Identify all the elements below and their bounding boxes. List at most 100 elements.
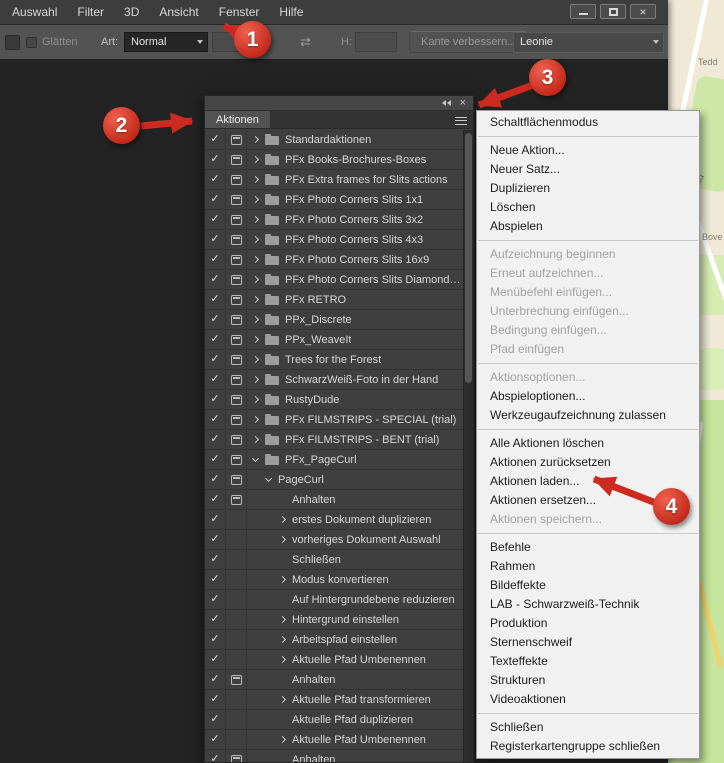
chevron-right-icon[interactable]	[252, 316, 259, 323]
menubar-item-filter[interactable]: Filter	[67, 0, 114, 24]
item-check-toggle[interactable]: ✓	[205, 370, 226, 389]
action-row-schließen[interactable]: ✓Schließen	[205, 550, 463, 570]
item-check-toggle[interactable]: ✓	[205, 490, 226, 509]
menu-item-lab-schwarzweiß-technik[interactable]: LAB - Schwarzweiß-Technik	[477, 595, 699, 614]
dialog-toggle[interactable]	[226, 390, 247, 409]
action-row-vorheriges-dokument-auswahl[interactable]: ✓vorheriges Dokument Auswahl	[205, 530, 463, 550]
menubar-item-3d[interactable]: 3D	[114, 0, 149, 24]
action-row-aktuelle-pfad-duplizieren[interactable]: ✓Aktuelle Pfad duplizieren	[205, 710, 463, 730]
item-check-toggle[interactable]: ✓	[205, 750, 226, 762]
menu-item-bildeffekte[interactable]: Bildeffekte	[477, 576, 699, 595]
item-check-toggle[interactable]: ✓	[205, 410, 226, 429]
dialog-toggle[interactable]	[226, 270, 247, 289]
action-row-pfx-filmstrips-bent-trial[interactable]: ✓PFx FILMSTRIPS - BENT (trial)	[205, 430, 463, 450]
chevron-right-icon[interactable]	[252, 276, 259, 283]
item-check-toggle[interactable]: ✓	[205, 130, 226, 149]
chevron-right-icon[interactable]	[279, 536, 286, 543]
chevron-right-icon[interactable]	[252, 256, 259, 263]
item-check-toggle[interactable]: ✓	[205, 230, 226, 249]
action-row-rustydude[interactable]: ✓RustyDude	[205, 390, 463, 410]
menu-item-videoaktionen[interactable]: Videoaktionen	[477, 690, 699, 709]
action-row-pfx-photo-corners-slits-3x2[interactable]: ✓PFx Photo Corners Slits 3x2	[205, 210, 463, 230]
menu-item-löschen[interactable]: Löschen	[477, 198, 699, 217]
chevron-right-icon[interactable]	[279, 576, 286, 583]
action-row-pagecurl[interactable]: ✓PageCurl	[205, 470, 463, 490]
action-row-anhalten[interactable]: ✓Anhalten	[205, 750, 463, 762]
chevron-right-icon[interactable]	[252, 156, 259, 163]
menu-item-sternenschweif[interactable]: Sternenschweif	[477, 633, 699, 652]
collapse-panel-icon[interactable]	[442, 100, 451, 106]
menu-item-duplizieren[interactable]: Duplizieren	[477, 179, 699, 198]
dialog-toggle[interactable]	[226, 590, 247, 609]
dialog-toggle[interactable]	[226, 310, 247, 329]
tool-preset-icon[interactable]	[5, 35, 20, 50]
action-row-ppx-weaveit[interactable]: ✓PPx_WeaveIt	[205, 330, 463, 350]
minimize-button[interactable]	[570, 4, 596, 19]
dialog-toggle[interactable]	[226, 570, 247, 589]
chevron-right-icon[interactable]	[252, 436, 259, 443]
menu-item-neuer-satz[interactable]: Neuer Satz...	[477, 160, 699, 179]
menubar-item-fenster[interactable]: Fenster	[209, 0, 270, 24]
dialog-toggle[interactable]	[226, 350, 247, 369]
item-check-toggle[interactable]: ✓	[205, 150, 226, 169]
chevron-right-icon[interactable]	[279, 736, 286, 743]
dialog-toggle[interactable]	[226, 150, 247, 169]
item-check-toggle[interactable]: ✓	[205, 730, 226, 749]
dialog-toggle[interactable]	[226, 290, 247, 309]
item-check-toggle[interactable]: ✓	[205, 610, 226, 629]
item-check-toggle[interactable]: ✓	[205, 210, 226, 229]
chevron-right-icon[interactable]	[252, 176, 259, 183]
chevron-right-icon[interactable]	[252, 416, 259, 423]
item-check-toggle[interactable]: ✓	[205, 550, 226, 569]
item-check-toggle[interactable]: ✓	[205, 710, 226, 729]
action-row-schwarzweiß-foto-in-der-hand[interactable]: ✓SchwarzWeiß-Foto in der Hand	[205, 370, 463, 390]
chevron-right-icon[interactable]	[252, 216, 259, 223]
action-row-auf-hintergrundebene-reduzieren[interactable]: ✓Auf Hintergrundebene reduzieren	[205, 590, 463, 610]
scrollbar-thumb[interactable]	[465, 133, 472, 383]
dialog-toggle[interactable]	[226, 530, 247, 549]
dialog-toggle[interactable]	[226, 130, 247, 149]
chevron-right-icon[interactable]	[279, 656, 286, 663]
dialog-toggle[interactable]	[226, 430, 247, 449]
menu-item-werkzeugaufzeichnung-zulassen[interactable]: Werkzeugaufzeichnung zulassen	[477, 406, 699, 425]
menu-item-produktion[interactable]: Produktion	[477, 614, 699, 633]
action-row-trees-for-the-forest[interactable]: ✓Trees for the Forest	[205, 350, 463, 370]
dialog-toggle[interactable]	[226, 190, 247, 209]
chevron-right-icon[interactable]	[252, 356, 259, 363]
item-check-toggle[interactable]: ✓	[205, 670, 226, 689]
item-check-toggle[interactable]: ✓	[205, 270, 226, 289]
menu-item-texteffekte[interactable]: Texteffekte	[477, 652, 699, 671]
item-check-toggle[interactable]: ✓	[205, 630, 226, 649]
action-row-pfx-photo-corners-slits-4x3[interactable]: ✓PFx Photo Corners Slits 4x3	[205, 230, 463, 250]
chevron-right-icon[interactable]	[279, 696, 286, 703]
dialog-toggle[interactable]	[226, 710, 247, 729]
dialog-toggle[interactable]	[226, 230, 247, 249]
action-row-pfx-pagecurl[interactable]: ✓PFx_PageCurl	[205, 450, 463, 470]
tab-aktionen[interactable]: Aktionen	[205, 111, 270, 128]
item-check-toggle[interactable]: ✓	[205, 570, 226, 589]
dialog-toggle[interactable]	[226, 730, 247, 749]
item-check-toggle[interactable]: ✓	[205, 450, 226, 469]
item-check-toggle[interactable]: ✓	[205, 170, 226, 189]
item-check-toggle[interactable]: ✓	[205, 390, 226, 409]
item-check-toggle[interactable]: ✓	[205, 530, 226, 549]
item-check-toggle[interactable]: ✓	[205, 290, 226, 309]
dialog-toggle[interactable]	[226, 210, 247, 229]
item-check-toggle[interactable]: ✓	[205, 330, 226, 349]
chevron-right-icon[interactable]	[252, 376, 259, 383]
action-row-pfx-photo-corners-slits-1x1[interactable]: ✓PFx Photo Corners Slits 1x1	[205, 190, 463, 210]
item-check-toggle[interactable]: ✓	[205, 190, 226, 209]
dialog-toggle[interactable]	[226, 670, 247, 689]
menu-item-rahmen[interactable]: Rahmen	[477, 557, 699, 576]
dialog-toggle[interactable]	[226, 550, 247, 569]
action-row-pfx-extra-frames-for-slits-actions[interactable]: ✓PFx Extra frames for Slits actions	[205, 170, 463, 190]
item-check-toggle[interactable]: ✓	[205, 650, 226, 669]
menubar-item-hilfe[interactable]: Hilfe	[269, 0, 313, 24]
action-row-anhalten[interactable]: ✓Anhalten	[205, 670, 463, 690]
menu-item-schließen[interactable]: Schließen	[477, 718, 699, 737]
action-row-hintergrund-einstellen[interactable]: ✓Hintergrund einstellen	[205, 610, 463, 630]
chevron-right-icon[interactable]	[252, 336, 259, 343]
dialog-toggle[interactable]	[226, 370, 247, 389]
art-select[interactable]: Normal	[124, 32, 208, 52]
action-row-standardaktionen[interactable]: ✓Standardaktionen	[205, 130, 463, 150]
